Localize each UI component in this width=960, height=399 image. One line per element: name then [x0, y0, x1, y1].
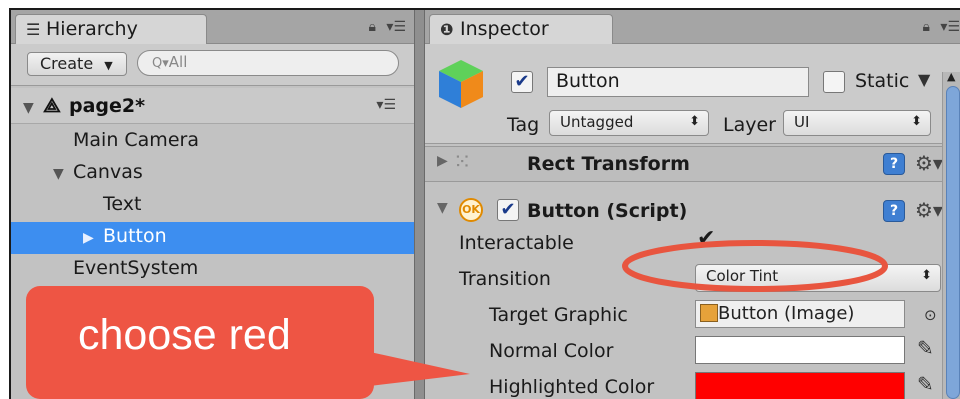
transition-value: Color Tint [706, 267, 779, 285]
rect-transform-header[interactable]: ▶ ⁙ Rect Transform ? ⚙▾ [425, 146, 960, 182]
inspector-tabstrip: ❶ Inspector 🔒︎ ▾☰ [425, 10, 960, 45]
hierarchy-tab-label: Hierarchy [46, 18, 138, 40]
stepper-arrows-icon: ⬍ [911, 114, 922, 129]
list-icon: ☰ [26, 20, 41, 39]
stepper-arrows-icon: ⬍ [689, 114, 700, 129]
scroll-thumb[interactable] [946, 86, 960, 399]
button-script-header[interactable]: ▼ OK ✔ Button (Script) ? ⚙▾ [425, 194, 960, 230]
inspector-tab-label: Inspector [460, 18, 549, 40]
highlighted-color-label: Highlighted Color [489, 376, 655, 398]
help-book-icon[interactable]: ? [883, 153, 905, 175]
inspector-tab-tools: 🔒︎ ▾☰ [923, 19, 960, 35]
tab-hierarchy[interactable]: ☰ Hierarchy [15, 14, 207, 45]
normal-color-swatch[interactable] [695, 336, 905, 364]
hierarchy-item-label: EventSystem [73, 257, 199, 279]
static-label: Static [855, 70, 910, 92]
search-icon: Q▾ [152, 56, 169, 71]
active-checkbox[interactable]: ✔ [511, 71, 533, 93]
create-button[interactable]: Create ▼ [27, 52, 127, 76]
hierarchy-item[interactable]: ▼ Canvas [11, 158, 414, 190]
expand-triangle-icon[interactable]: ▼ [23, 100, 43, 116]
gear-icon[interactable]: ⚙▾ [915, 198, 943, 222]
hierarchy-item-label: Button [103, 225, 167, 247]
hierarchy-item-label: Text [103, 193, 142, 215]
lock-icon[interactable]: 🔒︎ [369, 19, 376, 35]
scene-row[interactable]: ▼ ⟁ page2* ▾☰ [11, 88, 414, 124]
panel-divider[interactable] [414, 10, 425, 399]
hierarchy-item[interactable]: EventSystem [11, 254, 414, 286]
expanded-triangle-icon[interactable]: ▼ [437, 200, 448, 216]
panel-menu-icon[interactable]: ▾☰ [386, 19, 406, 35]
layer-dropdown[interactable]: UI ⬍ [783, 110, 931, 136]
image-component-icon [700, 304, 718, 322]
object-header: ✔ Button Static ▼ Tag Untagged ⬍ Layer U… [425, 44, 960, 144]
transition-label: Transition [459, 268, 551, 290]
tag-label: Tag [507, 114, 540, 136]
help-book-icon[interactable]: ? [883, 200, 905, 222]
target-graphic-label: Target Graphic [489, 304, 628, 326]
button-component-icon: OK [459, 198, 483, 222]
eyedropper-icon[interactable]: ✎ [917, 336, 934, 360]
chevron-down-icon: ▼ [104, 59, 113, 72]
button-enabled-checkbox[interactable]: ✔ [497, 199, 519, 221]
interactable-label: Interactable [459, 232, 574, 254]
unity-scene-icon: ⟁ [43, 93, 61, 117]
search-input[interactable]: Q▾All [137, 50, 399, 76]
target-graphic-field[interactable]: Button (Image) [695, 300, 905, 328]
lock-icon[interactable]: 🔒︎ [923, 19, 930, 35]
scene-name: page2* [69, 95, 146, 117]
collapsed-triangle-icon[interactable]: ▶ [83, 230, 103, 246]
object-name-field[interactable]: Button [547, 67, 809, 97]
eyedropper-icon[interactable]: ✎ [917, 372, 934, 396]
hierarchy-item-label: Canvas [73, 161, 143, 183]
search-placeholder: All [168, 53, 188, 71]
create-button-label: Create [40, 54, 94, 73]
gameobject-cube-icon [439, 60, 483, 108]
info-icon: ❶ [440, 20, 454, 39]
highlighted-color-swatch[interactable] [695, 372, 905, 399]
scene-menu-icon[interactable]: ▾☰ [376, 97, 396, 113]
hierarchy-item[interactable]: ▶ Button [11, 222, 414, 254]
hierarchy-toolbar: Create ▼ Q▾All [11, 44, 414, 86]
static-checkbox[interactable] [823, 71, 845, 93]
tab-inspector[interactable]: ❶ Inspector [429, 14, 613, 45]
rect-transform-icon: ⁙ [453, 150, 472, 175]
stepper-arrows-icon: ⬍ [921, 268, 932, 283]
scroll-up-arrow-icon[interactable]: ▲ [947, 70, 955, 83]
expanded-triangle-icon[interactable]: ▼ [53, 166, 73, 182]
transition-dropdown[interactable]: Color Tint ⬍ [695, 264, 941, 292]
button-script-label: Button (Script) [527, 200, 688, 222]
callout-box: choose red [26, 286, 374, 399]
object-picker-icon[interactable]: ⊙ [924, 306, 937, 324]
layer-label: Layer [723, 114, 776, 136]
inspector-panel: ❶ Inspector 🔒︎ ▾☰ ✔ Button Static ▼ Tag U… [425, 10, 960, 399]
tag-value: Untagged [560, 113, 634, 131]
panel-menu-icon[interactable]: ▾☰ [940, 19, 960, 35]
callout-text: choose red [78, 311, 291, 359]
static-dropdown-icon[interactable]: ▼ [918, 70, 930, 89]
rect-transform-label: Rect Transform [527, 153, 690, 175]
layer-value: UI [794, 113, 810, 131]
target-graphic-value: Button (Image) [718, 303, 855, 324]
normal-color-label: Normal Color [489, 340, 614, 362]
hierarchy-tab-tools: 🔒︎ ▾☰ [369, 19, 406, 35]
collapsed-triangle-icon[interactable]: ▶ [437, 153, 448, 169]
hierarchy-item[interactable]: Main Camera [11, 126, 414, 158]
tag-dropdown[interactable]: Untagged ⬍ [549, 110, 709, 136]
hierarchy-tabstrip: ☰ Hierarchy 🔒︎ ▾☰ [11, 10, 414, 45]
gear-icon[interactable]: ⚙▾ [915, 151, 943, 175]
interactable-checkbox[interactable]: ✔ [697, 226, 715, 251]
inspector-scrollbar[interactable]: ▲ [942, 70, 960, 399]
hierarchy-item-label: Main Camera [73, 129, 199, 151]
hierarchy-item[interactable]: Text [11, 190, 414, 222]
